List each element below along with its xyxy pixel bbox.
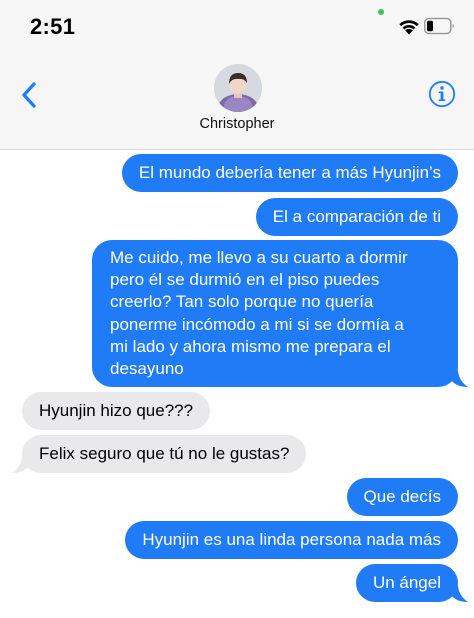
message-text: Hyunjin hizo que???: [39, 401, 194, 420]
received-message-bubble[interactable]: Hyunjin hizo que???: [22, 392, 211, 430]
sent-message-bubble[interactable]: Hyunjin es una linda persona nada más: [125, 521, 458, 559]
message-line: pero él se durmió en el piso puedes: [110, 270, 380, 290]
info-icon[interactable]: [428, 80, 456, 108]
message-text: El a comparación de ti: [272, 207, 441, 226]
sent-message-bubble[interactable]: El a comparación de ti: [255, 198, 458, 236]
message-line: ponerme incómodo a mi si se dormía a: [110, 314, 404, 334]
sent-message-bubble[interactable]: Un ángel: [355, 564, 458, 602]
battery-icon: [424, 17, 454, 35]
status-time: 2:51: [30, 14, 76, 39]
sent-message-bubble[interactable]: Me cuido, me llevo a su cuarto a dormir …: [92, 240, 458, 387]
wifi-icon: [399, 20, 419, 35]
contact-photo: [214, 64, 262, 112]
message-text: Hyunjin es una linda persona nada más: [142, 530, 441, 549]
message-text: Un ángel: [372, 573, 441, 592]
received-message-bubble[interactable]: Felix seguro que tú no le gustas?: [22, 435, 307, 473]
message-text: Felix seguro que tú no le gustas?: [39, 444, 290, 463]
received-bubble-tail: [12, 457, 28, 473]
back-chevron-icon[interactable]: [18, 80, 42, 110]
message-thread: El mundo debería tener a más Hyunjin’s E…: [0, 150, 474, 618]
sent-bubble-tail: [452, 371, 468, 387]
message-text: Que decís: [363, 487, 442, 506]
message-line: desayuno: [110, 359, 184, 379]
message-line: Me cuido, me llevo a su cuarto a dormir: [110, 248, 408, 267]
contact-name[interactable]: Christopher: [0, 116, 474, 132]
message-line: mi lado y ahora mismo me prepara el: [110, 336, 391, 356]
sent-message-bubble[interactable]: Que decís: [346, 478, 458, 516]
privacy-indicator-dot: [378, 9, 384, 15]
conversation-header: Christopher: [0, 58, 474, 150]
contact-avatar[interactable]: [214, 64, 262, 112]
sent-bubble-tail: [452, 586, 468, 602]
sent-message-bubble[interactable]: El mundo debería tener a más Hyunjin’s: [121, 154, 458, 192]
message-text: El mundo debería tener a más Hyunjin’s: [138, 163, 441, 182]
message-line: creerlo? Tan solo porque no quería: [110, 292, 374, 312]
status-bar: 2:51: [0, 0, 474, 58]
